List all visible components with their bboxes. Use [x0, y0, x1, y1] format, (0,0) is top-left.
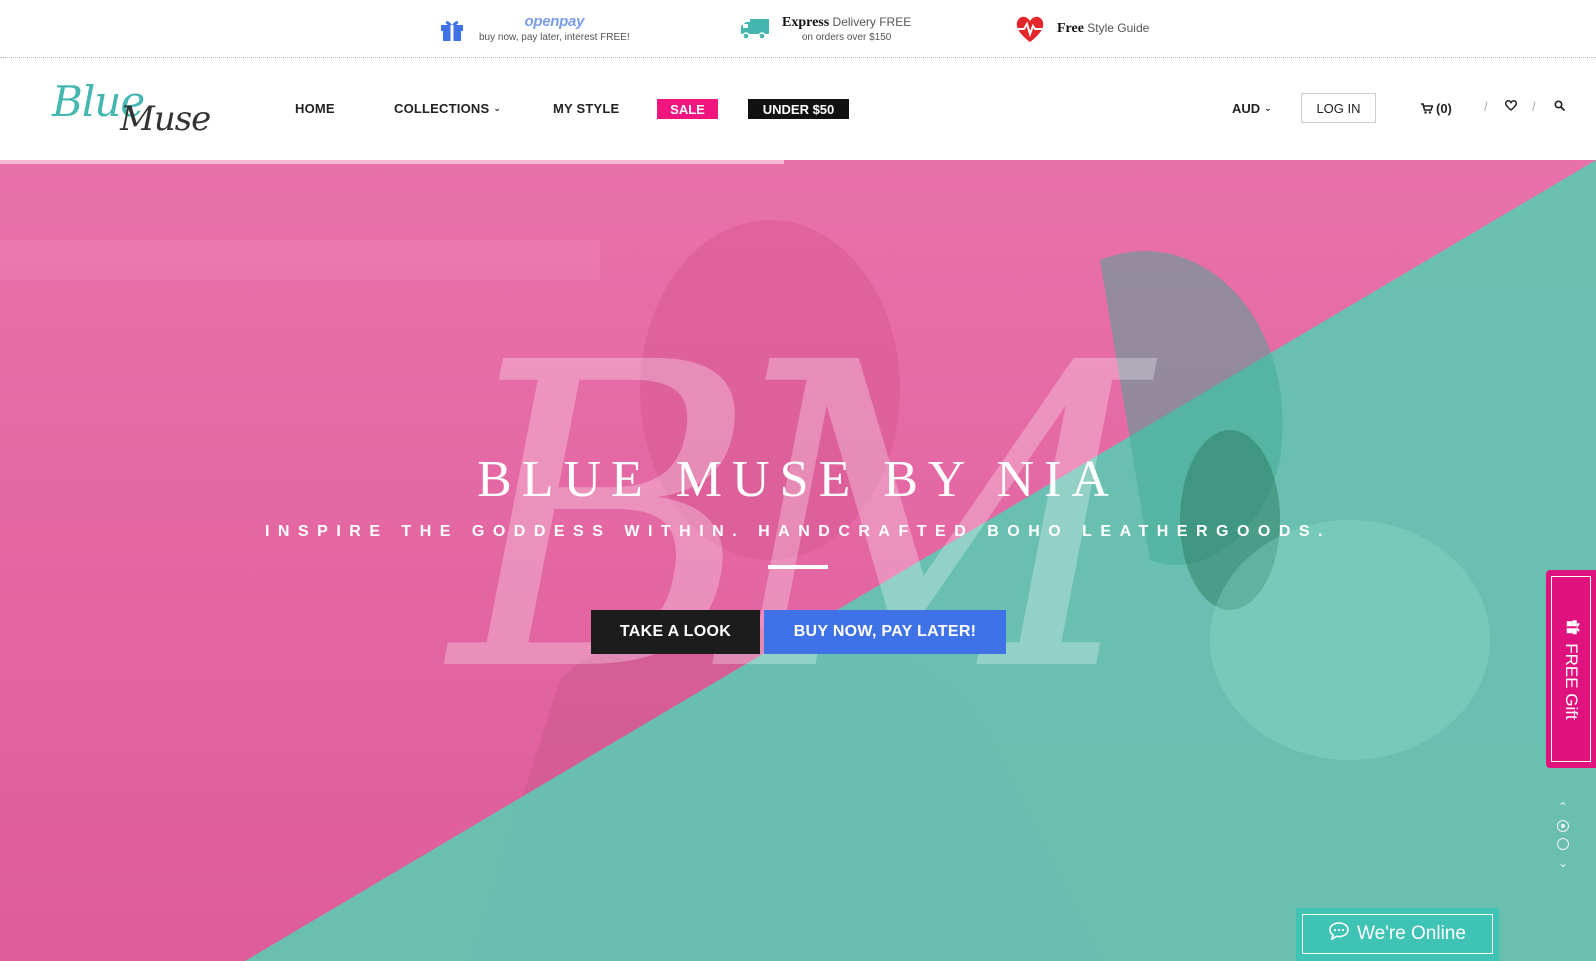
hero-title: BLUE MUSE BY NIA: [477, 451, 1119, 508]
search-icon[interactable]: [1554, 99, 1566, 114]
promo-bar: openpay buy now, pay later, interest FRE…: [0, 0, 1596, 58]
cart-icon: [1421, 102, 1433, 114]
divider: /: [1532, 99, 1536, 114]
slide-dot-2[interactable]: [1557, 838, 1569, 850]
nav-home[interactable]: HOME: [295, 97, 335, 119]
truck-icon: [740, 14, 770, 44]
style-guide-text: Free Style Guide: [1057, 21, 1150, 36]
chevron-down-icon: ⌄: [1264, 102, 1272, 113]
chat-bubble-icon: [1329, 922, 1349, 946]
express-title: Express Delivery FREE: [782, 15, 912, 30]
openpay-subtext: buy now, pay later, interest FREE!: [479, 32, 630, 44]
free-gift-tab[interactable]: FREE Gift: [1546, 570, 1596, 768]
nav-under-50[interactable]: UNDER $50: [748, 99, 849, 119]
openpay-logo: openpay: [524, 13, 585, 31]
hero-divider: [768, 565, 828, 569]
promo-openpay[interactable]: openpay buy now, pay later, interest FRE…: [437, 0, 630, 58]
currency-selector[interactable]: AUD ⌄: [1232, 93, 1272, 123]
slide-progress-bar: [0, 160, 784, 164]
chevron-up-icon[interactable]: ⌃: [1558, 800, 1568, 814]
login-button[interactable]: LOG IN: [1301, 93, 1376, 123]
chevron-down-icon: ⌄: [493, 102, 502, 113]
buy-now-pay-later-button[interactable]: BUY NOW, PAY LATER!: [764, 610, 1006, 654]
chat-label: We're Online: [1357, 923, 1466, 944]
hero-subtitle: INSPIRE THE GODDESS WITHIN. HANDCRAFTED …: [264, 523, 1332, 540]
promo-style-guide[interactable]: Free Style Guide: [1015, 0, 1149, 58]
nav-sale[interactable]: SALE: [657, 99, 718, 119]
nav-my-style[interactable]: MY STYLE: [553, 97, 619, 119]
gift-icon: [437, 14, 467, 44]
take-a-look-button[interactable]: TAKE A LOOK: [591, 610, 760, 654]
slide-nav: ⌃ ⌄: [1556, 800, 1570, 870]
logo-watermark: BM: [450, 275, 1149, 764]
heartbeat-icon: [1015, 14, 1045, 44]
logo[interactable]: Blue Muse: [52, 77, 222, 143]
chevron-down-icon[interactable]: ⌄: [1558, 856, 1568, 870]
promo-express[interactable]: Express Delivery FREE on orders over $15…: [740, 0, 911, 58]
hero-banner: BM BLUE MUSE BY NIA INSPIRE THE GODDESS …: [0, 160, 1596, 961]
slide-dot-1[interactable]: [1557, 820, 1569, 832]
site-header: Blue Muse HOME COLLECTIONS ⌄ MY STYLE SA…: [0, 59, 1596, 160]
cart-button[interactable]: (0): [1421, 93, 1452, 123]
free-gift-label: FREE Gift: [1562, 642, 1582, 720]
live-chat-button[interactable]: We're Online: [1296, 908, 1499, 961]
express-subtext: on orders over $150: [801, 31, 892, 43]
gift-icon: [1561, 619, 1582, 635]
divider: /: [1484, 99, 1488, 114]
nav-collections[interactable]: COLLECTIONS ⌄: [394, 97, 501, 119]
heart-icon[interactable]: [1504, 99, 1518, 114]
